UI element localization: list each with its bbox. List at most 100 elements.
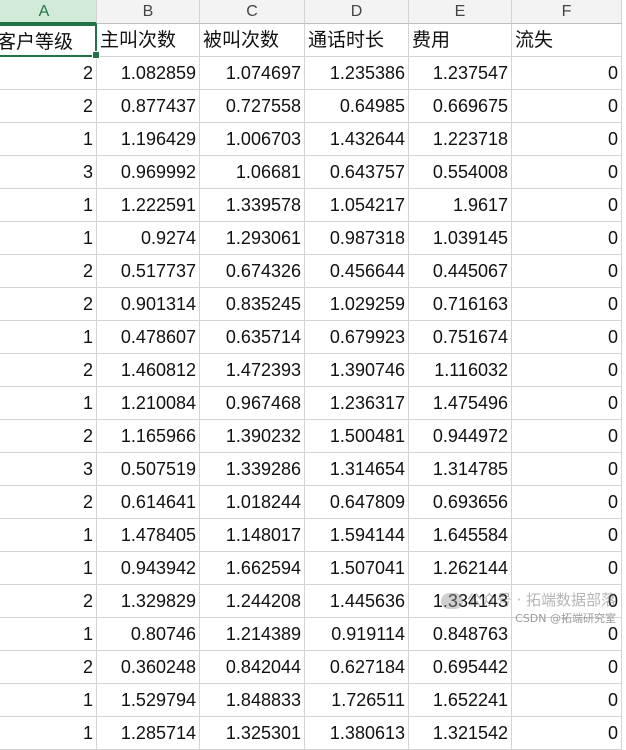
table-cell[interactable]: 0.445067: [409, 255, 512, 288]
table-cell[interactable]: 2: [0, 90, 97, 123]
table-cell[interactable]: 0.643757: [305, 156, 409, 189]
table-cell[interactable]: 1.054217: [305, 189, 409, 222]
table-cell[interactable]: 0.554008: [409, 156, 512, 189]
table-cell[interactable]: 1.726511: [305, 684, 409, 717]
table-cell[interactable]: 1.314785: [409, 453, 512, 486]
table-cell[interactable]: 1.507041: [305, 552, 409, 585]
table-cell[interactable]: 1: [0, 618, 97, 651]
table-cell[interactable]: 1.529794: [97, 684, 200, 717]
table-cell[interactable]: 1.235386: [305, 57, 409, 90]
table-cell[interactable]: 1: [0, 519, 97, 552]
table-cell[interactable]: 0.627184: [305, 651, 409, 684]
table-cell[interactable]: 1.478405: [97, 519, 200, 552]
table-cell[interactable]: 1.018244: [200, 486, 305, 519]
table-cell[interactable]: 1.074697: [200, 57, 305, 90]
table-cell[interactable]: 2: [0, 255, 97, 288]
table-cell[interactable]: 1.039145: [409, 222, 512, 255]
table-cell[interactable]: 1.594144: [305, 519, 409, 552]
table-cell[interactable]: 1.321542: [409, 717, 512, 750]
table-cell[interactable]: 1: [0, 189, 97, 222]
header-cell[interactable]: 流失: [512, 24, 622, 57]
column-header-c[interactable]: C: [200, 0, 305, 24]
table-cell[interactable]: 0.835245: [200, 288, 305, 321]
table-cell[interactable]: 1.390746: [305, 354, 409, 387]
table-cell[interactable]: 0: [512, 519, 622, 552]
table-cell[interactable]: 0.693656: [409, 486, 512, 519]
table-cell[interactable]: 0: [512, 123, 622, 156]
table-cell[interactable]: 1: [0, 684, 97, 717]
table-cell[interactable]: 1.196429: [97, 123, 200, 156]
table-cell[interactable]: 1: [0, 387, 97, 420]
table-cell[interactable]: 0.727558: [200, 90, 305, 123]
table-cell[interactable]: 0.716163: [409, 288, 512, 321]
table-cell[interactable]: 1.662594: [200, 552, 305, 585]
table-cell[interactable]: 1.236317: [305, 387, 409, 420]
table-cell[interactable]: 1.06681: [200, 156, 305, 189]
header-cell[interactable]: 主叫次数: [97, 24, 200, 57]
fill-handle[interactable]: [92, 51, 100, 59]
table-cell[interactable]: 0: [512, 684, 622, 717]
table-cell[interactable]: 0: [512, 222, 622, 255]
table-cell[interactable]: 1.329829: [97, 585, 200, 618]
table-cell[interactable]: 1.314654: [305, 453, 409, 486]
table-cell[interactable]: 0.478607: [97, 321, 200, 354]
column-header-a[interactable]: A: [0, 0, 97, 24]
table-cell[interactable]: 0.517737: [97, 255, 200, 288]
table-cell[interactable]: 1.214389: [200, 618, 305, 651]
table-cell[interactable]: 0.674326: [200, 255, 305, 288]
table-cell[interactable]: 3: [0, 156, 97, 189]
table-cell[interactable]: 0: [512, 321, 622, 354]
header-cell[interactable]: 被叫次数: [200, 24, 305, 57]
table-cell[interactable]: 1.223718: [409, 123, 512, 156]
table-cell[interactable]: 0.987318: [305, 222, 409, 255]
table-cell[interactable]: 0.507519: [97, 453, 200, 486]
table-cell[interactable]: 0: [512, 387, 622, 420]
table-cell[interactable]: 1.380613: [305, 717, 409, 750]
column-header-b[interactable]: B: [97, 0, 200, 24]
table-cell[interactable]: 0: [512, 717, 622, 750]
header-cell[interactable]: 通话时长: [305, 24, 409, 57]
table-cell[interactable]: 1.652241: [409, 684, 512, 717]
table-cell[interactable]: 1.237547: [409, 57, 512, 90]
table-cell[interactable]: 1: [0, 123, 97, 156]
column-header-d[interactable]: D: [305, 0, 409, 24]
table-cell[interactable]: 1.006703: [200, 123, 305, 156]
table-cell[interactable]: 1.293061: [200, 222, 305, 255]
table-cell[interactable]: 1.432644: [305, 123, 409, 156]
table-cell[interactable]: 0.943942: [97, 552, 200, 585]
table-cell[interactable]: 1.082859: [97, 57, 200, 90]
table-cell[interactable]: 1.222591: [97, 189, 200, 222]
table-cell[interactable]: 0.64985: [305, 90, 409, 123]
table-cell[interactable]: 1: [0, 717, 97, 750]
table-cell[interactable]: 1.472393: [200, 354, 305, 387]
table-cell[interactable]: 1.645584: [409, 519, 512, 552]
table-cell[interactable]: 0: [512, 189, 622, 222]
table-cell[interactable]: 1: [0, 321, 97, 354]
table-cell[interactable]: 1.029259: [305, 288, 409, 321]
table-cell[interactable]: 0: [512, 156, 622, 189]
table-cell[interactable]: 1.500481: [305, 420, 409, 453]
column-header-f[interactable]: F: [512, 0, 622, 24]
table-cell[interactable]: 0.456644: [305, 255, 409, 288]
table-cell[interactable]: 1: [0, 222, 97, 255]
table-cell[interactable]: 0.80746: [97, 618, 200, 651]
table-cell[interactable]: 1.244208: [200, 585, 305, 618]
table-cell[interactable]: 2: [0, 57, 97, 90]
table-cell[interactable]: 3: [0, 453, 97, 486]
table-cell[interactable]: 0.751674: [409, 321, 512, 354]
table-cell[interactable]: 0.695442: [409, 651, 512, 684]
table-cell[interactable]: 0.635714: [200, 321, 305, 354]
table-cell[interactable]: 1.339286: [200, 453, 305, 486]
table-cell[interactable]: 1.325301: [200, 717, 305, 750]
table-cell[interactable]: 1.285714: [97, 717, 200, 750]
table-cell[interactable]: 0: [512, 288, 622, 321]
table-cell[interactable]: 1.9617: [409, 189, 512, 222]
column-header-e[interactable]: E: [409, 0, 512, 24]
table-cell[interactable]: 0.967468: [200, 387, 305, 420]
table-cell[interactable]: 1.848833: [200, 684, 305, 717]
table-cell[interactable]: 2: [0, 420, 97, 453]
table-cell[interactable]: 1.460812: [97, 354, 200, 387]
table-cell[interactable]: 1.148017: [200, 519, 305, 552]
table-cell[interactable]: 1.339578: [200, 189, 305, 222]
table-cell[interactable]: 0.944972: [409, 420, 512, 453]
